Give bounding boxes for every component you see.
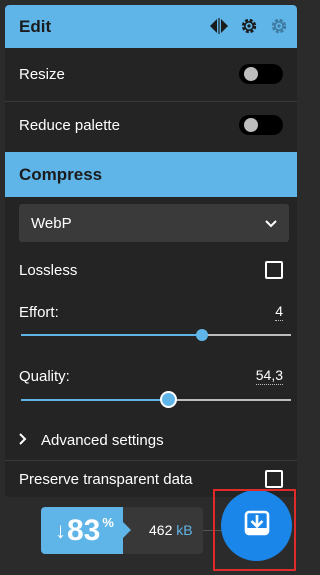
reduce-palette-row[interactable]: Reduce palette: [5, 105, 297, 145]
edit-section-header: Edit: [5, 5, 297, 48]
preserve-transparent-checkbox[interactable]: [265, 470, 283, 488]
options-panel: Edit Resize Reduce palette Compress WebP…: [5, 5, 297, 497]
quality-row: Quality: 54,3: [5, 365, 297, 387]
edit-header-icons: [209, 16, 289, 36]
quality-slider[interactable]: [21, 399, 291, 401]
file-size: 462 kB: [149, 522, 193, 538]
advanced-settings-toggle[interactable]: Advanced settings: [5, 427, 297, 453]
file-size-value: 462: [149, 522, 173, 538]
percent-sign: %: [102, 515, 114, 530]
size-result-badge: ↓ 83 % 462 kB: [41, 507, 203, 554]
effort-value[interactable]: 4: [275, 303, 283, 321]
reduce-palette-label: Reduce palette: [19, 116, 120, 134]
down-arrow-icon: ↓: [55, 517, 66, 543]
divider: [5, 101, 297, 102]
advanced-settings-label: Advanced settings: [41, 431, 164, 449]
file-size-unit: kB: [176, 522, 193, 538]
compress-title: Compress: [19, 164, 103, 184]
format-select[interactable]: WebP: [19, 204, 289, 242]
settings-gear-dim-icon[interactable]: [269, 16, 289, 36]
effort-label: Effort:: [19, 303, 59, 321]
lossless-checkbox[interactable]: [265, 261, 283, 279]
effort-row: Effort: 4: [5, 301, 297, 323]
resize-toggle[interactable]: [239, 64, 283, 84]
quality-label: Quality:: [19, 367, 70, 385]
divider: [5, 460, 297, 461]
lossless-row[interactable]: Lossless: [5, 255, 297, 285]
effort-slider[interactable]: [21, 334, 291, 336]
format-selected-value: WebP: [31, 214, 72, 232]
effort-slider-thumb[interactable]: [196, 329, 208, 341]
preserve-transparent-label: Preserve transparent data: [19, 470, 193, 488]
quality-value[interactable]: 54,3: [255, 367, 283, 385]
edit-title: Edit: [19, 16, 52, 36]
compare-icon[interactable]: [209, 16, 229, 36]
percent-notch: [123, 522, 131, 538]
resize-label: Resize: [19, 65, 65, 83]
lossless-label: Lossless: [19, 261, 78, 279]
quality-slider-thumb[interactable]: [159, 391, 177, 408]
percent-reduction: ↓ 83 %: [41, 507, 123, 554]
settings-gear-icon[interactable]: [239, 16, 259, 36]
chevron-down-icon: [265, 215, 277, 232]
compress-section-header: Compress: [5, 152, 297, 197]
reduce-palette-toggle[interactable]: [239, 115, 283, 135]
percent-value: 83: [67, 513, 101, 547]
download-highlight-box: [213, 489, 296, 571]
resize-row[interactable]: Resize: [5, 54, 297, 94]
chevron-right-icon: [19, 432, 27, 449]
